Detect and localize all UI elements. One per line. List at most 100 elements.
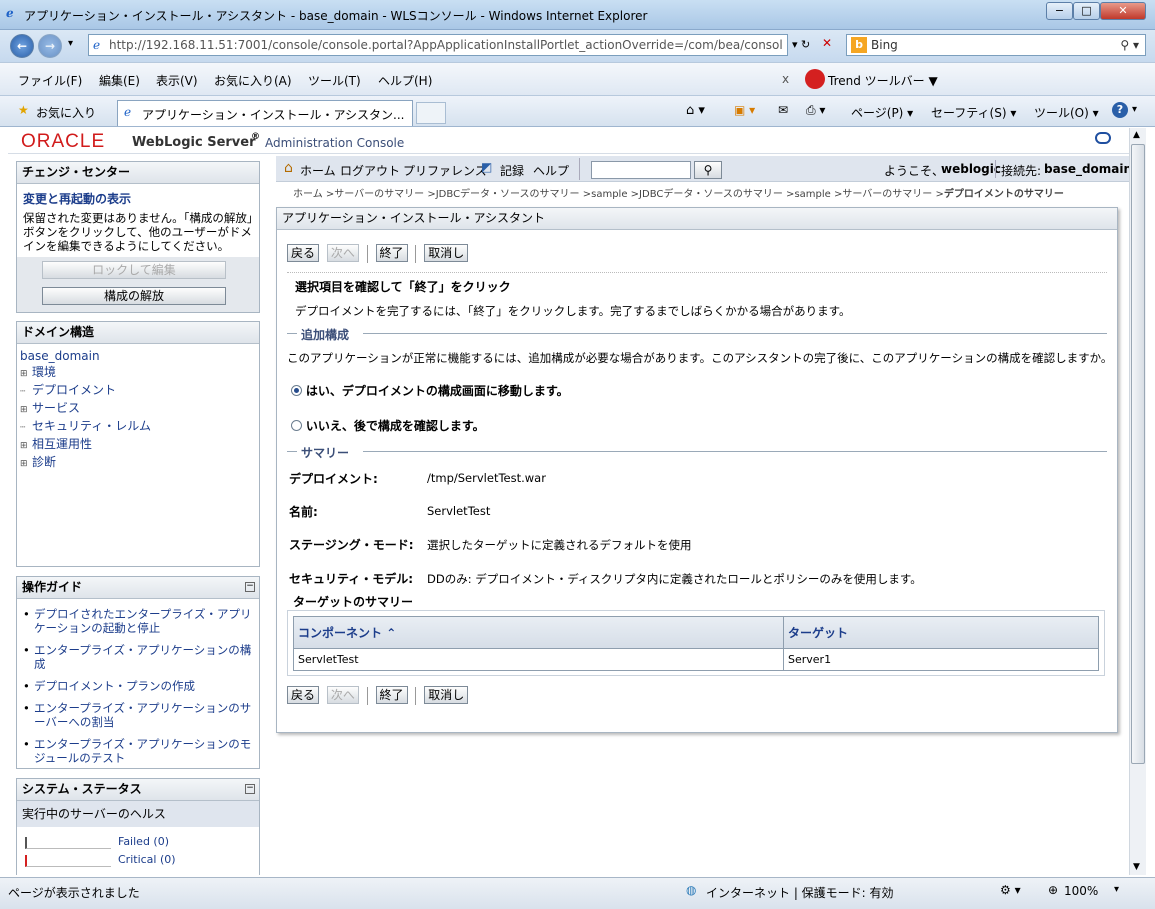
tree-item-label[interactable]: デプロイメント: [32, 383, 116, 397]
console-search-input[interactable]: [591, 161, 691, 179]
browser-tab-active[interactable]: ℯ アプリケーション・インストール・アシスタン...: [117, 100, 413, 126]
finish-button[interactable]: 終了: [375, 686, 408, 704]
maximize-button[interactable]: □: [1073, 2, 1100, 20]
breadcrumb-item[interactable]: sample: [591, 189, 627, 200]
menu-file[interactable]: ファイル(F): [18, 72, 82, 89]
mail-icon[interactable]: ✉: [778, 103, 788, 117]
health-label[interactable]: Failed (0): [118, 835, 169, 848]
back-button[interactable]: 戻る: [287, 244, 320, 262]
tree-item[interactable]: ┄ デプロイメント: [20, 382, 151, 400]
breadcrumb-item[interactable]: サーバーのサマリー: [842, 189, 932, 200]
next-button[interactable]: 次へ: [326, 686, 359, 704]
forward-nav-button[interactable]: →: [38, 34, 62, 58]
help-link[interactable]: ヘルプ: [533, 162, 569, 179]
option-yes[interactable]: はい、デプロイメントの構成画面に移動します。: [291, 382, 569, 399]
option-no[interactable]: いいえ、後で構成を確認します。: [291, 417, 485, 434]
stop-icon[interactable]: ✕: [822, 36, 832, 50]
home-link[interactable]: ホーム: [300, 162, 336, 179]
breadcrumb-item[interactable]: ホーム: [293, 189, 323, 200]
collapse-icon[interactable]: −: [245, 784, 255, 794]
breadcrumb-current: デプロイメントのサマリー: [943, 189, 1064, 200]
how-do-i-link[interactable]: エンタープライズ・アプリケーションのモジュールのテスト: [34, 737, 251, 765]
address-dropdown-icon[interactable]: ▾ ↻: [792, 38, 810, 51]
tree-item[interactable]: ⊞ 環境: [20, 364, 151, 382]
view-changes-link[interactable]: 変更と再起動の表示: [23, 190, 131, 207]
help-dropdown-icon[interactable]: ▾: [1132, 104, 1137, 115]
tools-menu-button[interactable]: ツール(O) ▾: [1034, 104, 1099, 121]
scrollbar-thumb[interactable]: [1131, 144, 1145, 764]
install-assistant-panel: アプリケーション・インストール・アシスタント 戻る 次へ 終了 取消し 選択項目…: [276, 207, 1118, 733]
scroll-down-icon[interactable]: ▼: [1133, 862, 1140, 872]
breadcrumb-item[interactable]: sample: [794, 189, 830, 200]
breadcrumb-item[interactable]: JDBCデータ・ソースのサマリー: [436, 189, 580, 200]
menu-edit[interactable]: 編集(E): [99, 72, 140, 89]
menu-view[interactable]: 表示(V): [156, 72, 198, 89]
help-icon[interactable]: ?: [1112, 102, 1128, 118]
tree-item[interactable]: ⊞ 相互運用性: [20, 436, 151, 454]
summary-label: デプロイメント:: [289, 472, 378, 486]
tree-item-label[interactable]: サービス: [32, 401, 80, 415]
vertical-scrollbar[interactable]: ▲ ▼: [1129, 128, 1146, 875]
how-do-i-link[interactable]: デプロイされたエンタープライズ・アプリケーションの起動と停止: [34, 607, 251, 635]
breadcrumb-item[interactable]: サーバーのサマリー: [334, 189, 424, 200]
how-do-i-link[interactable]: エンタープライズ・アプリケーションのサーバーへの割当: [34, 701, 251, 729]
protected-mode-icon[interactable]: ⚙ ▾: [1000, 883, 1021, 897]
preferences-link[interactable]: プリファレンス: [403, 162, 487, 179]
expand-icon[interactable]: ⊞: [20, 402, 32, 418]
console-search-button[interactable]: ⚲: [694, 161, 722, 179]
back-button[interactable]: 戻る: [287, 686, 320, 704]
feeds-icon[interactable]: ▣ ▾: [734, 103, 755, 117]
history-dropdown-icon[interactable]: ▾: [68, 38, 73, 49]
print-icon[interactable]: ⎙ ▾: [806, 103, 825, 118]
search-box[interactable]: b Bing ⚲ ▾: [846, 34, 1146, 56]
tree-item-label[interactable]: セキュリティ・レルム: [32, 419, 151, 433]
tree-item[interactable]: ⊞ サービス: [20, 400, 151, 418]
cancel-button[interactable]: 取消し: [424, 244, 469, 262]
release-config-button[interactable]: 構成の解放: [42, 287, 226, 305]
zoom-level[interactable]: 100%: [1064, 884, 1098, 898]
page-menu-button[interactable]: ページ(P) ▾: [851, 104, 913, 121]
tree-item-label[interactable]: 相互運用性: [32, 437, 92, 451]
menu-tools[interactable]: ツール(T): [308, 72, 361, 89]
next-button[interactable]: 次へ: [326, 244, 359, 262]
trend-toolbar-button[interactable]: Trend ツールバー ▼: [828, 72, 938, 89]
finish-button[interactable]: 終了: [375, 244, 408, 262]
expand-icon[interactable]: ⊞: [20, 438, 32, 454]
how-do-i-link[interactable]: デプロイメント・プランの作成: [34, 679, 195, 693]
back-nav-button[interactable]: ←: [10, 34, 34, 58]
search-icon[interactable]: ⚲ ▾: [1120, 35, 1139, 55]
new-tab-button[interactable]: [416, 102, 446, 124]
cancel-button[interactable]: 取消し: [424, 686, 469, 704]
expand-icon[interactable]: ⊞: [20, 456, 32, 472]
tree-item[interactable]: ⊞ 診断: [20, 454, 151, 472]
health-label[interactable]: Critical (0): [118, 853, 176, 866]
favorites-button[interactable]: お気に入り: [36, 104, 96, 121]
col-component-label: コンポーネント: [298, 626, 383, 640]
scroll-up-icon[interactable]: ▲: [1133, 130, 1140, 140]
logout-link[interactable]: ログアウト: [340, 162, 400, 179]
zoom-dropdown-icon[interactable]: ▾: [1114, 884, 1119, 895]
tab-title: アプリケーション・インストール・アシスタン...: [142, 108, 405, 122]
radio-no[interactable]: [291, 420, 302, 431]
collapse-icon[interactable]: −: [245, 582, 255, 592]
col-component[interactable]: コンポーネント ⌃: [293, 616, 784, 649]
home-icon[interactable]: ⌂ ▾: [686, 103, 705, 118]
lock-edit-button[interactable]: ロックして編集: [42, 261, 226, 279]
safety-menu-button[interactable]: セーフティ(S) ▾: [931, 104, 1016, 121]
tree-item[interactable]: ┄ セキュリティ・レルム: [20, 418, 151, 436]
close-window-button[interactable]: ✕: [1100, 2, 1146, 20]
menu-favorites[interactable]: お気に入り(A): [214, 72, 292, 89]
expand-icon[interactable]: ⊞: [20, 366, 32, 382]
tree-item-label[interactable]: 環境: [32, 365, 56, 379]
tree-root-base-domain[interactable]: base_domain: [20, 348, 151, 364]
col-target[interactable]: ターゲット: [784, 617, 1099, 649]
record-link[interactable]: 記録: [500, 162, 524, 179]
how-do-i-link[interactable]: エンタープライズ・アプリケーションの構成: [34, 643, 251, 671]
address-bar[interactable]: ℯ http://192.168.11.51:7001/console/cons…: [88, 34, 788, 56]
menu-help[interactable]: ヘルプ(H): [378, 72, 432, 89]
close-toolbar-icon[interactable]: x: [782, 72, 789, 86]
radio-yes[interactable]: [291, 385, 302, 396]
minimize-button[interactable]: −: [1046, 2, 1073, 20]
tree-item-label[interactable]: 診断: [32, 455, 56, 469]
breadcrumb-item[interactable]: JDBCデータ・ソースのサマリー: [639, 189, 783, 200]
